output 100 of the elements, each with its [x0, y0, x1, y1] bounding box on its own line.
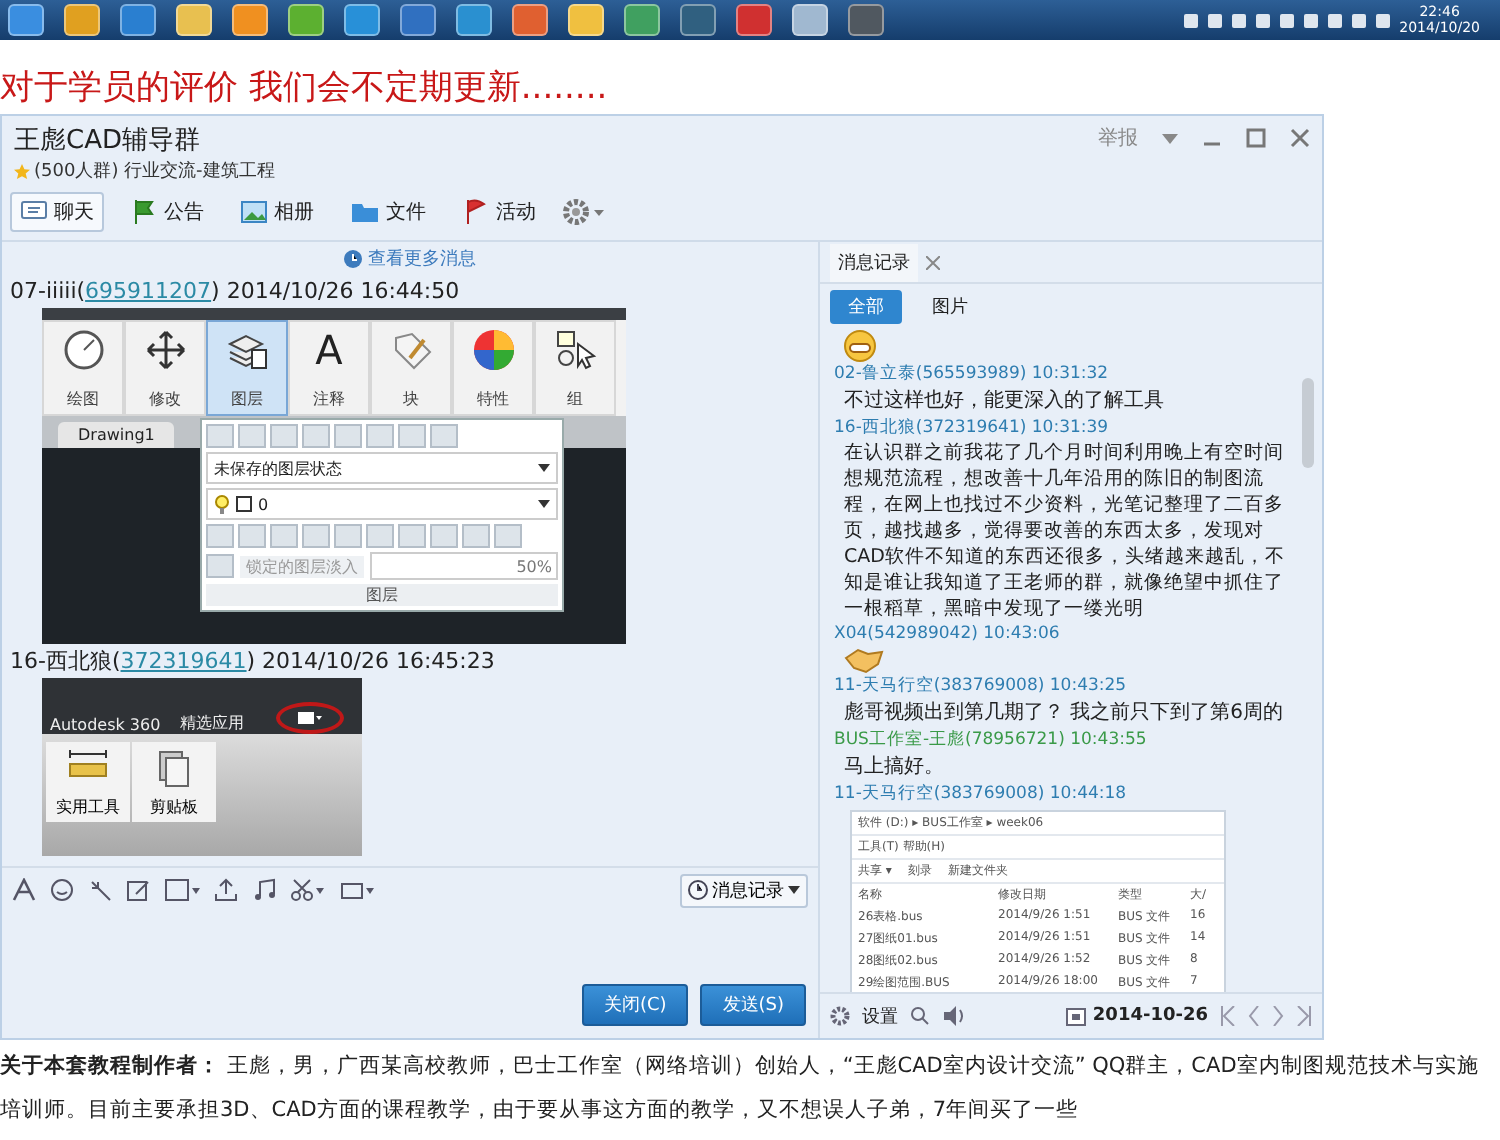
- close-icon[interactable]: [1290, 128, 1310, 148]
- group-info: (500人群) 行业交流-建筑工程: [34, 159, 275, 184]
- drawing-tab[interactable]: Drawing1: [58, 422, 175, 448]
- message-input[interactable]: 关闭(C) 发送(S): [2, 912, 818, 1038]
- taskbar-app-icon[interactable]: [680, 4, 716, 36]
- window-title: 王彪CAD辅导群: [14, 124, 202, 158]
- smiley-icon[interactable]: [50, 878, 74, 902]
- chat-icon: [20, 200, 48, 224]
- settings-icon[interactable]: [562, 198, 606, 226]
- message-header: 07-iiiii(695911207) 2014/10/26 16:44:50: [10, 276, 462, 308]
- taskbar-app-icon[interactable]: [456, 4, 492, 36]
- flag-icon: [130, 198, 158, 226]
- message-header: 16-西北狼(372319641) 2014/10/26 16:45:23: [10, 646, 497, 678]
- taskbar-app-icon[interactable]: [8, 4, 44, 36]
- sender-line: X04(542989042) 10:43:06: [834, 622, 1062, 646]
- tab[interactable]: 活动: [452, 192, 546, 232]
- fade-field[interactable]: 50%: [370, 552, 558, 580]
- settings-link[interactable]: 设置: [862, 1003, 898, 1029]
- taskbar-app-icon[interactable]: [792, 4, 828, 36]
- search-icon[interactable]: [910, 1006, 930, 1026]
- edit-icon[interactable]: [126, 878, 150, 902]
- sender-line: BUS工作室-王彪(78956721) 10:43:55: [834, 728, 1149, 752]
- circle-icon: [61, 328, 105, 372]
- first-page-icon[interactable]: [1220, 1006, 1236, 1026]
- folder-icon: [350, 200, 380, 224]
- star-icon: [14, 163, 30, 179]
- upload-icon[interactable]: [214, 878, 238, 902]
- next-icon[interactable]: [1272, 1006, 1284, 1026]
- taskbar-app-icon[interactable]: [176, 4, 212, 36]
- scissors-icon[interactable]: [290, 878, 326, 902]
- ribbon-button[interactable]: 特性: [452, 320, 534, 416]
- tool-button[interactable]: 剪贴板: [132, 742, 216, 822]
- ribbon-button[interactable]: 绘图: [42, 320, 124, 416]
- layer-state-dropdown[interactable]: 未保存的图层状态: [206, 452, 558, 484]
- caret-icon: [788, 886, 800, 894]
- clock-icon: [344, 249, 362, 267]
- dropdown-caret-icon[interactable]: [538, 464, 550, 472]
- grin-emoji-icon: [844, 330, 876, 362]
- previous-icon[interactable]: [1248, 1006, 1260, 1026]
- music-note-icon[interactable]: [252, 878, 276, 902]
- ruler-icon: [66, 748, 110, 780]
- move-arrows-icon: [143, 328, 187, 372]
- dialog-button[interactable]: 发送(S): [700, 984, 806, 1026]
- taskbar-app-icon[interactable]: [736, 4, 772, 36]
- taskbar-app-icon[interactable]: [568, 4, 604, 36]
- taskbar-app-icon[interactable]: [288, 4, 324, 36]
- keyboard-icon[interactable]: [340, 878, 376, 902]
- last-page-icon[interactable]: [1296, 1006, 1312, 1026]
- message-text: 在认识群之前我花了几个月时间利用晚上有空时间想规范流程，想改善十几年沿用的陈旧的制图流程，在网上也找过不少资料，光笔记整理了二百多页，越找越多，觉得要改善的东西太多，发现对CAD软件不知道的东西还很多，头绪越来越乱，不知是谁让我知道了王老师的群，就像绝望中抓住了一根稻草，黑暗中发现了一缕光明: [842, 440, 1287, 622]
- sender-line: 16-西北狼(372319641) 10:31:39: [834, 416, 1111, 440]
- message-text: 不过这样也好，能更深入的了解工具: [842, 387, 1166, 416]
- tab[interactable]: 公告: [120, 192, 214, 232]
- tab[interactable]: 文件: [340, 192, 436, 232]
- taskbar-app-icon[interactable]: [400, 4, 436, 36]
- ribbon-button[interactable]: 图层: [206, 320, 288, 416]
- layer-dropdown[interactable]: 0: [206, 488, 558, 520]
- filter-tab[interactable]: 全部: [830, 290, 902, 324]
- taskbar-app-icon[interactable]: [120, 4, 156, 36]
- dropdown-caret-icon[interactable]: [538, 500, 550, 508]
- message-text: 马上搞好。: [842, 753, 946, 782]
- taskbar-app-icon[interactable]: [232, 4, 268, 36]
- menu-item[interactable]: Autodesk 360: [50, 716, 161, 734]
- taskbar-app-icon[interactable]: [344, 4, 380, 36]
- tab[interactable]: 聊天: [10, 192, 104, 232]
- dialog-button[interactable]: 关闭(C): [581, 984, 689, 1026]
- tool-button[interactable]: 实用工具: [46, 742, 130, 822]
- history-tab[interactable]: 消息记录: [830, 243, 918, 281]
- author-paragraph: 关于本套教程制作者： 王彪，男，广西某高校教师，巴士工作室（网络培训）创始人，“王彪CAD室内设计交流” QQ群主，CAD室内制图规范技术与实施培训师。目前主要承担3D、CAD方面的课程教学，由于要从事这方面的教学，又不想误人子弟，7年间买了一些: [0, 1052, 1481, 1126]
- gear-icon[interactable]: [830, 1006, 850, 1026]
- more-messages-link[interactable]: 查看更多消息: [368, 245, 476, 271]
- group-select-icon: [553, 328, 597, 372]
- tag-icon: [389, 328, 433, 372]
- bulb-icon: [214, 494, 230, 514]
- clipboard-icon: [158, 748, 190, 788]
- date-picker[interactable]: 2014-10-26: [1066, 1006, 1208, 1026]
- ribbon-button[interactable]: 块: [370, 320, 452, 416]
- ribbon-button[interactable]: 修改: [124, 320, 206, 416]
- filter-tab[interactable]: 图片: [914, 290, 986, 324]
- ribbon-button[interactable]: A 注释: [288, 320, 370, 416]
- square-icon: [236, 496, 252, 512]
- message-text: 彪哥视频出到第几期了？ 我之前只下到了第6周的: [842, 699, 1286, 728]
- taskbar-app-icon[interactable]: [512, 4, 548, 36]
- wand-icon[interactable]: [88, 878, 112, 902]
- speaker-icon[interactable]: [942, 1006, 966, 1026]
- font-icon[interactable]: [12, 878, 36, 902]
- ribbon-button[interactable]: 组: [534, 320, 616, 416]
- close-icon[interactable]: [926, 255, 940, 269]
- taskbar-app-icon[interactable]: [624, 4, 660, 36]
- tab[interactable]: 相册: [230, 192, 324, 232]
- taskbar-app-icon[interactable]: [64, 4, 100, 36]
- menu-item[interactable]: 精选应用: [180, 712, 245, 734]
- panel-title: 图层: [206, 584, 558, 606]
- circled-camera-icon: [276, 702, 345, 734]
- picture-icon: [240, 200, 268, 224]
- sender-line: 11-天马行空(383769008) 10:43:25: [834, 674, 1129, 698]
- clock-icon: [688, 880, 708, 900]
- image-icon[interactable]: [164, 878, 200, 902]
- maximize-icon[interactable]: [1246, 128, 1266, 148]
- message-history-button[interactable]: 消息记录: [680, 873, 808, 907]
- taskbar-app-icon[interactable]: [848, 4, 884, 36]
